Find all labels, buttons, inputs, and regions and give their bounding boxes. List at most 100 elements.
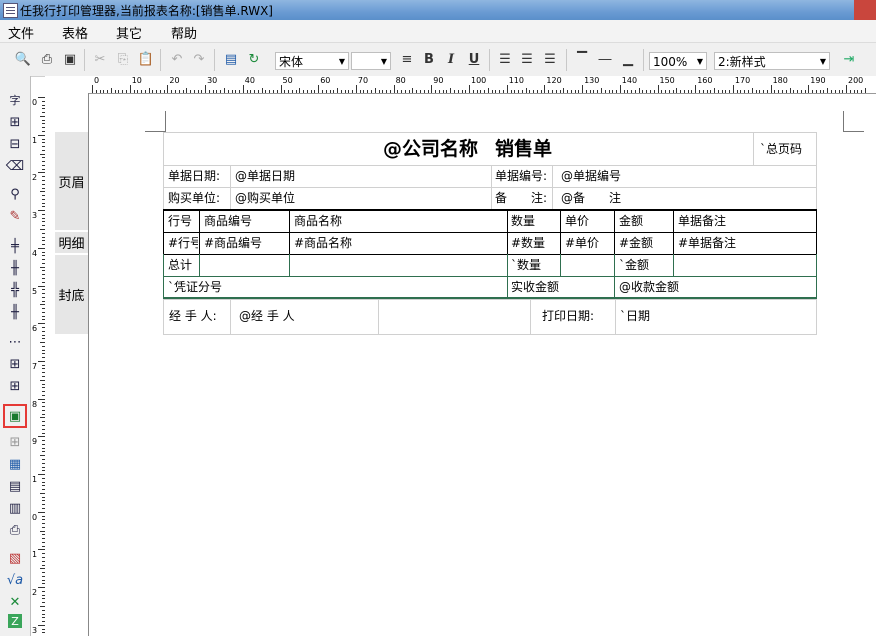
pen-icon[interactable]: ✎ — [5, 206, 25, 226]
style-select[interactable]: 2:新样式 ▼ — [714, 52, 830, 70]
print-date-value[interactable]: `日期 — [620, 306, 650, 326]
col-header-price[interactable]: 单价 — [565, 211, 589, 231]
total-label[interactable]: 总计 — [168, 255, 192, 275]
text-align-icon[interactable]: ≡ — [398, 50, 416, 68]
col-header-product-code[interactable]: 商品编号 — [204, 211, 252, 231]
detail-qty[interactable]: #数量 — [511, 233, 545, 253]
ruler-v-label: 4 — [32, 248, 38, 258]
detail-price[interactable]: #单价 — [565, 233, 599, 253]
total-amount[interactable]: `金额 — [619, 255, 649, 275]
align-center-icon[interactable]: ☰ — [518, 50, 536, 68]
grid-dots-icon[interactable]: ⊞ — [5, 432, 25, 452]
eraser-icon[interactable]: ⌫ — [5, 156, 25, 176]
preview-icon[interactable]: 🔍 — [14, 50, 32, 68]
paid-value[interactable]: @收款金额 — [619, 277, 679, 297]
ruler-corner — [45, 76, 88, 93]
page-setup-icon[interactable]: ▤ — [222, 50, 240, 68]
align-cells-icon[interactable]: ⊞ — [5, 354, 25, 374]
cut-icon[interactable]: ✂ — [91, 50, 109, 68]
detail-amount[interactable]: #金额 — [619, 233, 653, 253]
line-middle-icon[interactable]: ― — [596, 50, 614, 68]
merge-icon[interactable]: ╬ — [5, 280, 25, 300]
band-detail[interactable]: 明细 — [55, 232, 88, 253]
ruler-h-label: 120 — [546, 76, 562, 85]
ruler-v-label: 1 — [32, 135, 38, 145]
doc-no-value[interactable]: @单据编号 — [561, 166, 621, 186]
tools-icon[interactable]: ✕ — [5, 592, 25, 612]
export-icon[interactable]: ▧ — [5, 548, 25, 568]
company-name-field[interactable]: @公司名称 — [383, 136, 478, 162]
total-qty[interactable]: `数量 — [511, 255, 541, 275]
note-label[interactable]: 备 注: — [495, 188, 547, 208]
align-right-icon[interactable]: ☰ — [541, 50, 559, 68]
formula-icon[interactable]: √a — [5, 570, 25, 590]
table-icon[interactable]: ⊞ — [5, 376, 25, 396]
date-value[interactable]: @单据日期 — [235, 166, 295, 186]
redo-icon[interactable]: ↷ — [190, 50, 208, 68]
undo-icon[interactable]: ↶ — [168, 50, 186, 68]
printer-icon[interactable]: ⎙ — [5, 520, 25, 540]
bold-button[interactable]: B — [420, 50, 438, 68]
detail-product-code[interactable]: #商品编号 — [204, 233, 262, 253]
refresh-icon[interactable]: ↻ — [245, 50, 263, 68]
buyer-value[interactable]: @购买单位 — [235, 188, 295, 208]
menu-other[interactable]: 其它 — [116, 23, 142, 42]
insert-col-icon[interactable]: ⊟ — [5, 134, 25, 154]
link-icon[interactable]: ⚲ — [5, 184, 25, 204]
print-icon[interactable]: ⎙ — [38, 50, 56, 68]
voucher-field[interactable]: `凭证分号 — [168, 277, 222, 297]
vertical-ruler: 012345678910123 — [32, 93, 46, 636]
report-title[interactable]: 销售单 — [495, 136, 552, 162]
band-footer[interactable]: 封底 — [55, 255, 88, 334]
grid-icon[interactable]: ╫ — [5, 302, 25, 322]
col-header-row-no[interactable]: 行号 — [168, 211, 198, 231]
buyer-label[interactable]: 购买单位: — [168, 188, 220, 208]
menu-help[interactable]: 帮助 — [171, 23, 197, 42]
underline-button[interactable]: U — [465, 50, 483, 68]
col-header-amount[interactable]: 金额 — [619, 211, 643, 231]
detail-product-name[interactable]: #商品名称 — [294, 233, 352, 253]
date-label[interactable]: 单据日期: — [168, 166, 220, 186]
detail-row-no[interactable]: #行号 — [168, 233, 198, 253]
row-split-icon[interactable]: ╫ — [5, 258, 25, 278]
page-number-field[interactable]: `总页码 — [760, 139, 802, 159]
paste-icon[interactable]: 📋 — [137, 50, 155, 68]
menu-table[interactable]: 表格 — [62, 23, 88, 42]
ruler-h-label: 0 — [94, 76, 100, 85]
handler-value[interactable]: @经 手 人 — [239, 306, 295, 326]
col-header-qty[interactable]: 数量 — [511, 211, 535, 231]
table-grid-icon[interactable]: ▦ — [5, 454, 25, 474]
italic-button[interactable]: I — [442, 50, 460, 68]
insert-row-icon[interactable]: ⊞ — [5, 112, 25, 132]
handler-label[interactable]: 经 手 人: — [169, 306, 217, 326]
detail-remark[interactable]: #单据备注 — [678, 233, 736, 253]
save-icon[interactable]: ▣ — [61, 50, 79, 68]
ruler-v-label: 0 — [32, 512, 38, 522]
line-bottom-icon[interactable]: ▁ — [619, 50, 637, 68]
align-left-icon[interactable]: ☰ — [496, 50, 514, 68]
font-size-select[interactable]: ▼ — [351, 52, 391, 70]
exit-icon[interactable]: ⇥ — [840, 50, 858, 68]
design-tool-strip: 字 ⊞ ⊟ ⌫ ⚲ ✎ ╪ ╫ ╬ ╫ ⋯ ⊞ ⊞ ▣ ⊞ ▦ ▤ ▥ ⎙ ▧ … — [0, 76, 31, 636]
close-button[interactable] — [854, 0, 876, 20]
note-value[interactable]: @备 注 — [561, 188, 621, 208]
font-name-select[interactable]: 宋体 ▼ — [275, 52, 349, 70]
col-header-product-name[interactable]: 商品名称 — [294, 211, 342, 231]
copy-icon[interactable]: ⎘ — [114, 50, 132, 68]
menu-file[interactable]: 文件 — [8, 23, 34, 42]
print-date-label[interactable]: 打印日期: — [542, 306, 594, 326]
line-top-icon[interactable]: ▔ — [573, 50, 591, 68]
z-icon[interactable]: Z — [8, 614, 22, 628]
col-split-icon[interactable]: ╪ — [5, 236, 25, 256]
list-icon[interactable]: ▤ — [5, 476, 25, 496]
zoom-select[interactable]: 100% ▼ — [649, 52, 707, 70]
ruler-v-label: 6 — [32, 324, 38, 334]
properties-icon[interactable]: ▥ — [5, 498, 25, 518]
doc-no-label[interactable]: 单据编号: — [495, 166, 547, 186]
image-tool-icon[interactable]: ▣ — [3, 404, 27, 428]
col-header-remark[interactable]: 单据备注 — [678, 211, 726, 231]
separator-icon[interactable]: ⋯ — [5, 332, 25, 352]
band-header[interactable]: 页眉 — [55, 132, 88, 230]
paid-label[interactable]: 实收金额 — [511, 277, 559, 297]
field-tool-icon[interactable]: 字 — [5, 90, 25, 110]
